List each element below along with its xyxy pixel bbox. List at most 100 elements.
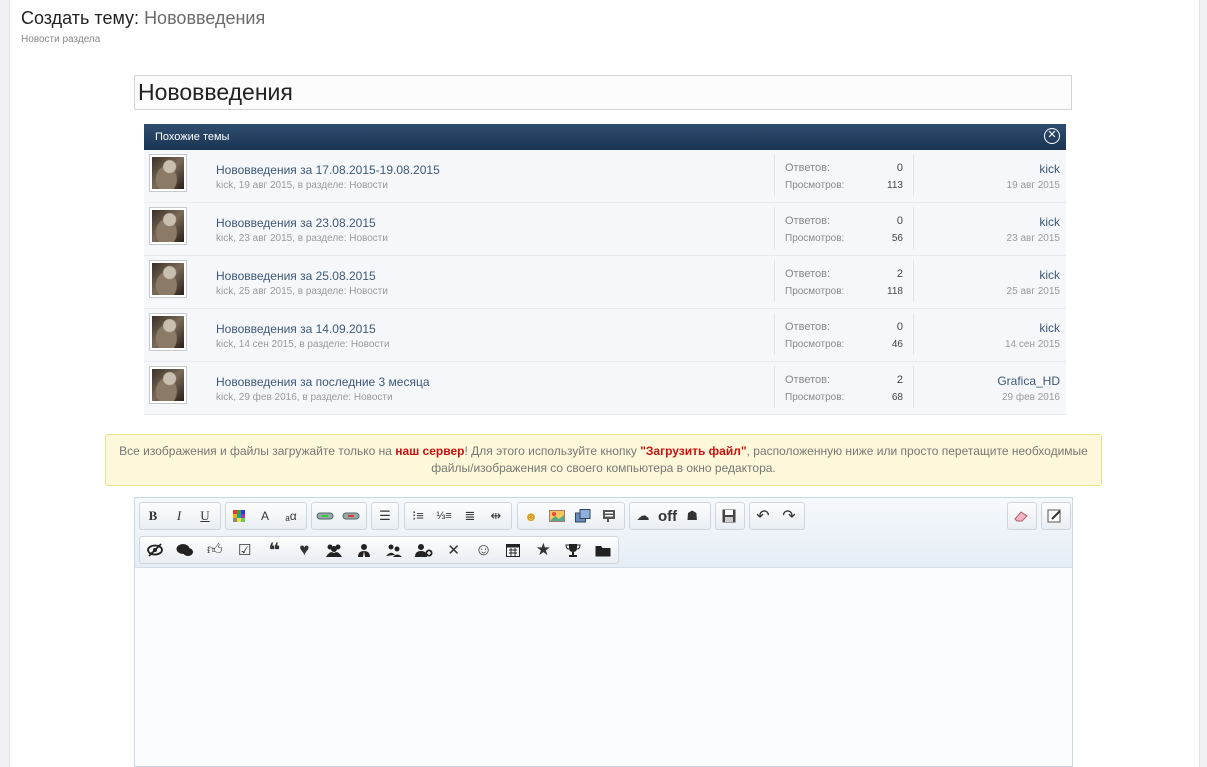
italic-icon[interactable]: I: [166, 503, 192, 529]
similar-threads-header: Похожие темы ✕: [144, 124, 1066, 150]
replies-label: Ответов:: [785, 162, 830, 174]
thread-title-input[interactable]: [134, 75, 1072, 110]
last-post-user[interactable]: kick: [1007, 215, 1060, 229]
views-count: 118: [887, 286, 903, 297]
toggle-source-icon[interactable]: [1042, 503, 1068, 529]
thread-stats: Ответов: 2 Просмотров: 118: [774, 260, 914, 302]
redo-icon[interactable]: ↷: [776, 503, 802, 529]
last-post-user[interactable]: kick: [1007, 268, 1060, 282]
bullet-list-icon[interactable]: ⁝≡: [405, 503, 431, 529]
avatar[interactable]: [149, 313, 187, 351]
notice-text-1: Все изображения и файлы загружайте тольк…: [119, 444, 396, 458]
last-post: kick 19 авг 2015: [1007, 162, 1060, 191]
last-post-date: 25 авг 2015: [1006, 286, 1060, 297]
last-post-user[interactable]: kick: [1007, 162, 1060, 176]
last-post: kick 23 авг 2015: [1007, 215, 1060, 244]
thread-title-link[interactable]: Нововведения за 14.09.2015: [216, 322, 376, 336]
remove-format-icon[interactable]: [1008, 503, 1034, 529]
indent-icon[interactable]: ≣: [457, 503, 483, 529]
times-icon[interactable]: ✕: [439, 537, 469, 563]
last-post-user[interactable]: kick: [1005, 321, 1060, 335]
replies-count: 0: [896, 215, 903, 227]
last-post: Grafica_HD 29 фев 2016: [997, 374, 1060, 403]
message-editor: B I U A ₐα ☰ ⁝≡ ⅓≡ ≣ ⇹ ☻ ☁ off ☗ ↶ ↷ 👍︎ …: [134, 497, 1073, 767]
title-topic: Нововведения: [144, 8, 266, 28]
thread-meta: kick, 25 авг 2015, в разделе: Новости: [216, 286, 388, 297]
server-link[interactable]: наш сервер: [395, 444, 464, 458]
link-group: [311, 502, 367, 530]
trophy-icon[interactable]: [558, 537, 588, 563]
page-title: Создать тему: Нововведения: [21, 8, 265, 29]
font-family-icon[interactable]: ₐα: [278, 503, 304, 529]
off-label[interactable]: off: [656, 503, 679, 529]
message-textarea[interactable]: [135, 568, 1072, 766]
editor-toolbar: B I U A ₐα ☰ ⁝≡ ⅓≡ ≣ ⇹ ☻ ☁ off ☗ ↶ ↷ 👍︎ …: [135, 498, 1072, 568]
similar-thread-row: Нововведения за 14.09.2015 kick, 14 сен …: [144, 309, 1066, 362]
avatar[interactable]: [149, 154, 187, 192]
similar-thread-row: Нововведения за 23.08.2015 kick, 23 авг …: [144, 203, 1066, 256]
folder-icon[interactable]: [588, 537, 618, 563]
replies-label: Ответов:: [785, 268, 830, 280]
unlink-icon[interactable]: [338, 503, 364, 529]
avatar-image: [152, 157, 184, 189]
close-icon[interactable]: ✕: [1044, 128, 1060, 144]
image-icon[interactable]: [544, 503, 570, 529]
list-group: ⁝≡ ⅓≡ ≣ ⇹: [404, 502, 512, 530]
thread-title-link[interactable]: Нововведения за 25.08.2015: [216, 269, 376, 283]
avatar[interactable]: [149, 366, 187, 404]
avatar-image: [152, 263, 184, 295]
thread-title-link[interactable]: Нововведения за 23.08.2015: [216, 216, 376, 230]
last-post: kick 14 сен 2015: [1005, 321, 1060, 350]
avatar[interactable]: [149, 207, 187, 245]
smilie-icon[interactable]: ☻: [518, 503, 544, 529]
thread-stats: Ответов: 0 Просмотров: 113: [774, 154, 914, 196]
thumbs-up-icon[interactable]: 👍︎: [200, 537, 230, 563]
spoiler-user-icon[interactable]: ☗: [679, 503, 705, 529]
media-icon[interactable]: [570, 503, 596, 529]
similar-threads-title: Похожие темы: [155, 131, 230, 143]
user-group-icon[interactable]: [379, 537, 409, 563]
calendar-icon[interactable]: [499, 537, 529, 563]
forum-breadcrumb[interactable]: Новости раздела: [21, 34, 265, 45]
star-icon[interactable]: ★: [528, 537, 558, 563]
link-icon[interactable]: [312, 503, 338, 529]
views-count: 113: [887, 180, 903, 191]
views-label: Просмотров:: [785, 339, 845, 350]
thread-title-link[interactable]: Нововведения за последние 3 месяца: [216, 375, 430, 389]
quote-icon[interactable]: [596, 503, 622, 529]
hide-icon[interactable]: ☁: [630, 503, 656, 529]
numbered-list-icon[interactable]: ⅓≡: [431, 503, 457, 529]
last-post-date: 23 авг 2015: [1006, 233, 1060, 244]
avatar-image: [152, 369, 184, 401]
similar-thread-row: Нововведения за 17.08.2015-19.08.2015 ki…: [144, 150, 1066, 203]
save-group: [715, 502, 745, 530]
avatar[interactable]: [149, 260, 187, 298]
thread-stats: Ответов: 0 Просмотров: 56: [774, 207, 914, 249]
outdent-icon[interactable]: ⇹: [483, 503, 509, 529]
avatar-image: [152, 210, 184, 242]
upload-button-name: "Загрузить файл": [640, 444, 747, 458]
check-square-icon[interactable]: ☑: [230, 537, 260, 563]
bold-icon[interactable]: B: [140, 503, 166, 529]
remove-format-group: [1007, 502, 1037, 530]
users-icon[interactable]: [319, 537, 349, 563]
hide-group: ☁ off ☗: [629, 502, 711, 530]
comments-icon[interactable]: [170, 537, 200, 563]
save-icon[interactable]: [716, 503, 742, 529]
source-group: [1041, 502, 1071, 530]
heart-icon[interactable]: ♥: [289, 537, 319, 563]
align-left-icon[interactable]: ☰: [372, 503, 398, 529]
undo-icon[interactable]: ↶: [750, 503, 776, 529]
page: Создать тему: Нововведения Новости разде…: [9, 0, 1200, 767]
upload-notice: Все изображения и файлы загружайте тольк…: [105, 434, 1102, 486]
user-tie-icon[interactable]: [349, 537, 379, 563]
text-color-icon[interactable]: [226, 503, 252, 529]
user-plus-icon[interactable]: [409, 537, 439, 563]
thread-title-link[interactable]: Нововведения за 17.08.2015-19.08.2015: [216, 163, 440, 177]
last-post-user[interactable]: Grafica_HD: [997, 374, 1060, 388]
eye-slash-icon[interactable]: [140, 537, 170, 563]
font-size-icon[interactable]: A: [252, 503, 278, 529]
smile-icon[interactable]: ☺: [469, 537, 499, 563]
underline-icon[interactable]: U: [192, 503, 218, 529]
quote-left-icon[interactable]: ❝: [260, 537, 290, 563]
